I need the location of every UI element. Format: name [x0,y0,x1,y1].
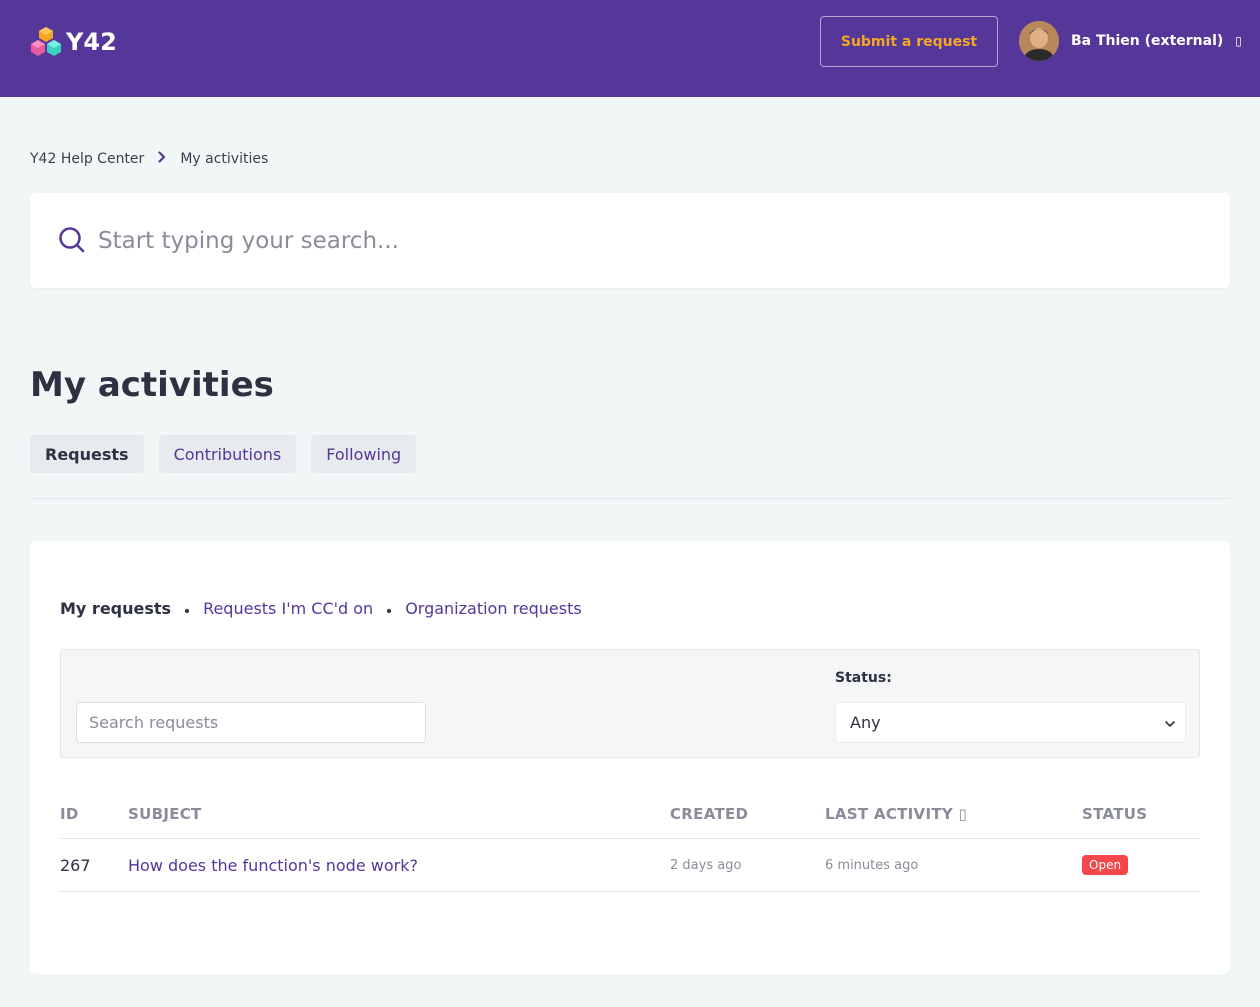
column-header-subject: SUBJECT [128,805,202,823]
chevron-down-icon [1165,713,1175,732]
column-header-id: ID [60,805,79,823]
chevron-right-icon [158,151,166,167]
table-row: 267 How does the function's node work? 2… [60,839,1200,892]
subnav-organization-requests[interactable]: Organization requests [405,599,582,618]
logo-cubes-icon [31,27,61,56]
request-created: 2 days ago [670,858,742,873]
caret-down-icon[interactable]: ▯ [1235,34,1242,48]
logo-text: Y42 [66,28,117,56]
breadcrumb-item-my-activities[interactable]: My activities [180,151,268,167]
requests-panel: My requests Requests I'm CC'd on Organiz… [30,541,1230,974]
tab-contributions[interactable]: Contributions [158,435,297,473]
subnav-my-requests[interactable]: My requests [60,599,171,618]
column-header-created[interactable]: CREATED [670,805,748,823]
tab-requests[interactable]: Requests [30,435,144,473]
divider [30,498,1230,499]
user-menu[interactable]: Ba Thien (external) ▯ [1019,21,1242,61]
status-select[interactable]: Any [835,702,1186,743]
request-last-activity: 6 minutes ago [825,858,919,873]
status-badge: Open [1082,855,1129,875]
column-header-status[interactable]: STATUS [1082,805,1147,823]
avatar [1019,21,1059,61]
activity-tabs: Requests Contributions Following [30,435,431,473]
search-icon [58,226,86,258]
user-name: Ba Thien (external) [1071,33,1224,49]
request-filters: Status: Any [60,649,1200,758]
separator-dot [185,608,190,613]
submit-request-button[interactable]: Submit a request [820,16,998,67]
separator-dot [387,608,392,613]
tab-following[interactable]: Following [311,435,417,473]
requests-table: ID SUBJECT CREATED LAST ACTIVITY ▯ STATU… [60,784,1200,892]
table-header: ID SUBJECT CREATED LAST ACTIVITY ▯ STATU… [60,784,1200,839]
page-title: My activities [30,365,274,405]
help-center-search [30,193,1230,288]
breadcrumb: Y42 Help Center My activities [30,151,268,167]
search-requests-input[interactable] [76,702,426,743]
subnav-ccd-requests[interactable]: Requests I'm CC'd on [203,599,373,618]
column-header-last-activity[interactable]: LAST ACTIVITY ▯ [825,805,967,823]
requests-subnav: My requests Requests I'm CC'd on Organiz… [60,599,582,618]
request-subject-link[interactable]: How does the function's node work? [128,856,418,875]
search-input[interactable] [98,221,1198,261]
request-id: 267 [60,856,91,875]
y42-logo[interactable]: Y42 [30,26,117,58]
status-label: Status: [835,670,892,686]
site-header: Y42 Submit a request Ba Thien (external)… [0,0,1260,97]
breadcrumb-item-help-center[interactable]: Y42 Help Center [30,151,144,167]
status-select-value: Any [850,713,881,732]
